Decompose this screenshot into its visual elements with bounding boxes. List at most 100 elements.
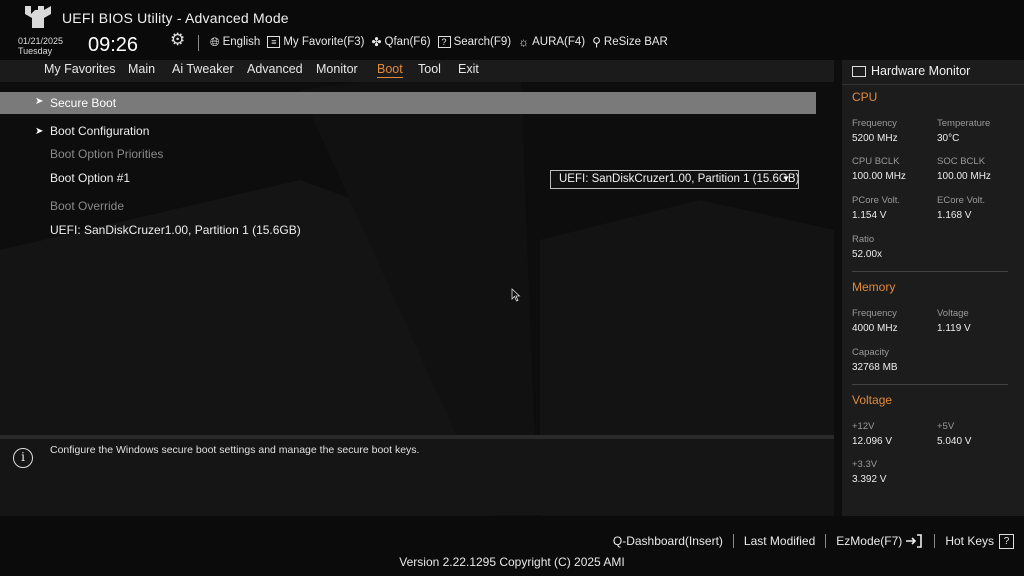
ecore-volt-value: 1.168 V (937, 210, 972, 221)
language-button[interactable]: 🌐︎ English (210, 35, 260, 50)
main-menu-bar: My Favorites Main Ai Tweaker Advanced Mo… (0, 60, 834, 82)
search-icon: ? (437, 36, 451, 48)
boot-option-1-label: Boot Option #1 (50, 171, 131, 185)
info-icon: i (13, 448, 33, 468)
last-modified-label: Last Modified (743, 534, 816, 548)
aura-light-icon: ☼ (518, 35, 530, 49)
search-button[interactable]: ? Search(F9) (437, 36, 512, 48)
v33-label: +3.3V (852, 459, 878, 470)
pcore-volt-label: PCore Volt. (852, 195, 901, 206)
settings-gear-icon[interactable]: ⚙ (170, 30, 185, 50)
q-dashboard-label: Q-Dashboard(Insert) (612, 534, 723, 548)
date-text: 01/21/2025 (18, 36, 64, 46)
voltage-section-title: Voltage (852, 393, 893, 407)
tab-ai-tweaker[interactable]: Ai Tweaker (172, 62, 234, 77)
tab-main[interactable]: Main (128, 62, 155, 77)
help-panel: i Configure the Windows secure boot sett… (0, 439, 834, 515)
toolbar-divider (198, 35, 199, 51)
help-text: Configure the Windows secure boot settin… (50, 444, 420, 456)
memory-capacity-value: 32768 MB (852, 362, 898, 373)
boot-option-priorities-heading: Boot Option Priorities (50, 147, 164, 161)
tab-advanced[interactable]: Advanced (247, 62, 303, 77)
cpu-temperature-value: 30°C (937, 133, 960, 144)
secure-boot-row[interactable]: ➤ Secure Boot (0, 92, 816, 114)
aura-button[interactable]: ☼ AURA(F4) (518, 35, 585, 49)
monitor-icon (852, 65, 866, 77)
v12-value: 12.096 V (852, 436, 893, 447)
hardware-monitor-label: Hardware Monitor (871, 64, 971, 78)
boot-override-heading: Boot Override (50, 199, 125, 213)
resize-bar-icon: ⚲ (592, 35, 601, 49)
qfan-button[interactable]: ✤ Qfan(F6) (371, 35, 430, 49)
my-favorite-label: My Favorite(F3) (283, 36, 365, 48)
tab-boot[interactable]: Boot (377, 62, 403, 78)
cpu-temperature-label: Temperature (937, 118, 991, 129)
memory-voltage-label: Voltage (937, 308, 969, 319)
version-text: Version 2.22.1295 Copyright (C) 2025 AMI (399, 555, 625, 569)
mouse-cursor-icon (511, 288, 521, 302)
boot-option-1-value: UEFI: SanDiskCruzer1.00, Partition 1 (15… (559, 173, 799, 185)
aura-label: AURA(F4) (532, 36, 586, 48)
memory-section-title: Memory (852, 280, 896, 294)
ratio-value: 52.00x (852, 249, 883, 260)
hw-section-divider (852, 271, 1008, 272)
search-label: Search(F9) (453, 36, 512, 48)
footer-bar: Q-Dashboard(Insert) Last Modified EzMode… (0, 516, 1024, 576)
tab-my-favorites[interactable]: My Favorites (44, 62, 116, 77)
submenu-arrow-icon: ➤ (35, 96, 44, 107)
ecore-volt-label: ECore Volt. (937, 195, 986, 206)
memory-frequency-value: 4000 MHz (852, 323, 898, 334)
hw-title-divider (842, 84, 1024, 85)
ratio-label: Ratio (852, 234, 875, 245)
clock-display: 09:26 (88, 34, 139, 56)
v5-value: 5.040 V (937, 436, 972, 447)
hw-section-divider (852, 384, 1008, 385)
fan-icon: ✤ (371, 35, 382, 49)
boot-option-1-select[interactable]: UEFI: SanDiskCruzer1.00, Partition 1 (15… (550, 170, 799, 189)
soc-bclk-value: 100.00 MHz (937, 171, 991, 182)
pcore-volt-value: 1.154 V (852, 210, 887, 221)
ezmode-button[interactable]: EzMode(F7) (826, 533, 934, 549)
qfan-label: Qfan(F6) (384, 36, 431, 48)
tab-exit[interactable]: Exit (458, 62, 479, 77)
my-favorite-button[interactable]: ≡ My Favorite(F3) (267, 36, 364, 48)
language-label: English (222, 36, 261, 48)
globe-icon: 🌐︎ (210, 34, 220, 49)
memory-capacity-label: Capacity (852, 347, 889, 358)
submenu-arrow-icon: ➤ (35, 126, 44, 137)
q-dashboard-button[interactable]: Q-Dashboard(Insert) (603, 534, 733, 548)
dropdown-caret-icon: ▼ (782, 174, 790, 183)
cpu-bclk-value: 100.00 MHz (852, 171, 906, 182)
footer-actions: Q-Dashboard(Insert) Last Modified EzMode… (603, 533, 1024, 549)
tab-monitor[interactable]: Monitor (316, 62, 358, 77)
cpu-bclk-label: CPU BCLK (852, 156, 900, 167)
hot-keys-button[interactable]: Hot Keys ? (935, 533, 1024, 549)
boot-configuration-label: Boot Configuration (50, 124, 150, 138)
header-bar: UEFI BIOS Utility - Advanced Mode 01/21/… (0, 0, 1024, 60)
weekday-text: Tuesday (18, 46, 53, 56)
memory-frequency-label: Frequency (852, 308, 897, 319)
last-modified-button[interactable]: Last Modified (734, 534, 825, 548)
resize-bar-label: ReSize BAR (603, 36, 668, 48)
resize-bar-button[interactable]: ⚲ ReSize BAR (592, 35, 668, 49)
boot-configuration-row[interactable]: ➤ Boot Configuration (0, 122, 400, 140)
hot-keys-label: Hot Keys (945, 534, 994, 548)
boot-override-device-item[interactable]: UEFI: SanDiskCruzer1.00, Partition 1 (15… (50, 223, 301, 237)
hardware-monitor-panel: Hardware Monitor CPU Frequency 5200 MHz … (842, 60, 1024, 516)
date-display: 01/21/2025 Tuesday (18, 36, 63, 56)
memory-voltage-value: 1.119 V (937, 323, 971, 334)
v12-label: +12V (852, 421, 875, 432)
v33-value: 3.392 V (852, 474, 887, 485)
toolbar: 🌐︎ English ≡ My Favorite(F3) ✤ Qfan(F6) … (210, 33, 675, 51)
hardware-monitor-title: Hardware Monitor (852, 64, 970, 78)
app-title: UEFI BIOS Utility - Advanced Mode (62, 10, 289, 26)
soc-bclk-label: SOC BCLK (937, 156, 986, 167)
favorite-list-icon: ≡ (267, 36, 281, 48)
cpu-section-title: CPU (852, 90, 878, 104)
tab-tool[interactable]: Tool (418, 62, 441, 77)
exit-arrow-icon (904, 533, 924, 549)
boot-settings-panel: ➤ Secure Boot ➤ Boot Configuration Boot … (0, 84, 834, 434)
tuf-logo-icon (25, 6, 51, 28)
v5-label: +5V (937, 421, 955, 432)
cpu-frequency-label: Frequency (852, 118, 897, 129)
